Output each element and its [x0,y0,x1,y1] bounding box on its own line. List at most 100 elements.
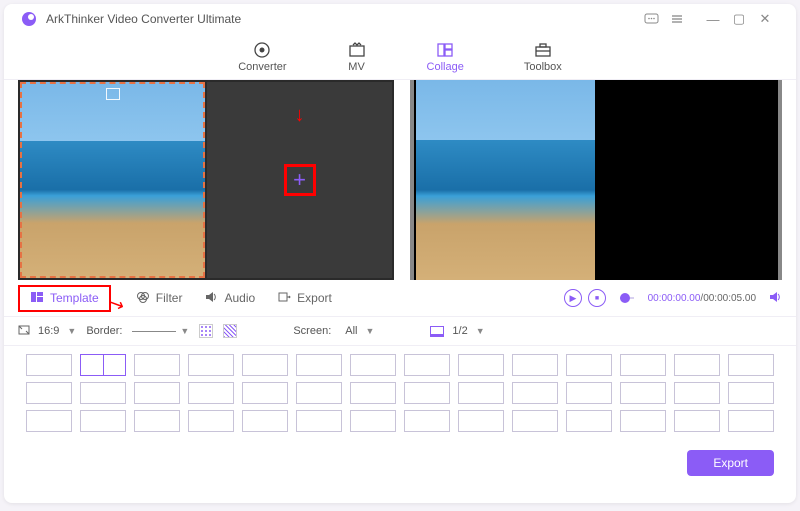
options-row: 16:9 ▼ Border: ▼ Screen: All ▼ 1/2 ▼ [4,316,796,346]
aspect-ratio-select[interactable]: 16:9 ▼ [18,323,76,339]
mv-icon [347,41,367,59]
tab-template[interactable]: Template [18,285,111,312]
nav-collage[interactable]: Collage [427,41,464,73]
template-item[interactable] [620,410,666,432]
template-item[interactable] [404,354,450,376]
template-item[interactable] [620,354,666,376]
play-button[interactable]: ▶ [564,289,582,307]
seek-handle[interactable] [620,293,630,303]
screen-select[interactable]: All ▼ [341,323,374,339]
template-item[interactable] [134,382,180,404]
media-thumbnail [20,82,205,278]
chevron-down-icon: ▼ [67,326,76,336]
template-item[interactable] [350,354,396,376]
template-item[interactable] [350,382,396,404]
border-style-select[interactable]: ▼ [132,326,189,336]
template-item[interactable] [242,354,288,376]
template-item[interactable] [728,382,774,404]
tab-label: Filter [156,291,183,305]
filter-icon [136,291,150,306]
stop-button[interactable]: ■ [588,289,606,307]
toolbox-icon [533,41,553,59]
template-item[interactable] [512,354,558,376]
template-item[interactable] [728,354,774,376]
feedback-icon[interactable] [638,9,664,29]
minimize-button[interactable]: — [700,9,726,29]
template-item[interactable] [296,410,342,432]
template-item[interactable] [674,382,720,404]
nav-converter[interactable]: Converter [238,41,286,73]
preview-slot-2 [597,80,776,280]
audio-icon [204,291,218,306]
template-item[interactable] [296,354,342,376]
border-pattern-dots[interactable] [199,324,213,338]
chevron-down-icon: ▼ [366,326,375,336]
tab-filter[interactable]: Filter [126,287,193,310]
nav-toolbox[interactable]: Toolbox [524,41,562,73]
template-item[interactable] [188,354,234,376]
template-item[interactable] [728,410,774,432]
split-select[interactable]: 1/2 ▼ [430,323,484,339]
template-item[interactable] [26,382,72,404]
menu-icon[interactable] [664,9,690,29]
template-item[interactable] [512,382,558,404]
template-item[interactable] [80,382,126,404]
add-media-icon[interactable]: + [293,167,306,193]
template-grid [4,346,796,440]
preview-slot-1 [416,80,595,280]
export-button[interactable]: Export [687,450,774,476]
collage-editor: ↓ + [18,80,394,280]
media-thumbnail [416,80,595,280]
template-item[interactable] [458,354,504,376]
template-item[interactable] [188,382,234,404]
template-item[interactable] [566,410,612,432]
seek-bar[interactable] [620,297,634,299]
main-nav: Converter MV Collage Toolbox [4,34,796,80]
template-item[interactable] [674,354,720,376]
app-title: ArkThinker Video Converter Ultimate [46,12,241,26]
export-icon [277,291,291,306]
template-item[interactable] [242,382,288,404]
time-current: 00:00:00.00 [648,293,701,304]
close-button[interactable]: ✕ [752,9,778,29]
template-item[interactable] [404,382,450,404]
monitor-icon [430,326,444,337]
tab-audio[interactable]: Audio [194,287,265,310]
screen-label: Screen: [293,325,331,337]
annotation-arrow-icon: ↓ [295,104,305,127]
screen-label-text: Screen: [293,325,331,337]
collage-slot-1[interactable] [20,82,205,278]
template-item[interactable] [80,354,126,376]
template-item[interactable] [80,410,126,432]
template-item[interactable] [134,410,180,432]
template-item[interactable] [26,354,72,376]
tab-export[interactable]: Export [267,287,342,310]
template-item[interactable] [242,410,288,432]
template-item[interactable] [188,410,234,432]
template-item[interactable] [566,354,612,376]
nav-mv[interactable]: MV [347,41,367,73]
template-item[interactable] [566,382,612,404]
split-value: 1/2 [448,323,471,339]
template-item[interactable] [674,410,720,432]
template-item[interactable] [296,382,342,404]
template-item[interactable] [458,382,504,404]
template-item[interactable] [620,382,666,404]
template-item[interactable] [458,410,504,432]
border-pattern-hatch[interactable] [223,324,237,338]
template-item[interactable] [134,354,180,376]
template-item[interactable] [512,410,558,432]
maximize-button[interactable]: ▢ [726,9,752,29]
template-item[interactable] [404,410,450,432]
titlebar: ArkThinker Video Converter Ultimate — ▢ … [4,4,796,34]
app-window: ArkThinker Video Converter Ultimate — ▢ … [4,4,796,503]
tab-label: Template [50,291,99,305]
chevron-down-icon: ▼ [476,326,485,336]
template-item[interactable] [26,410,72,432]
template-item[interactable] [350,410,396,432]
nav-label: Converter [238,61,286,73]
player-controls: ▶ ■ 00:00:00.00/00:00:05.00 [564,289,782,307]
annotation-highlight: + [284,164,316,196]
volume-icon[interactable] [768,290,782,306]
collage-slot-2[interactable]: ↓ + [207,82,392,278]
